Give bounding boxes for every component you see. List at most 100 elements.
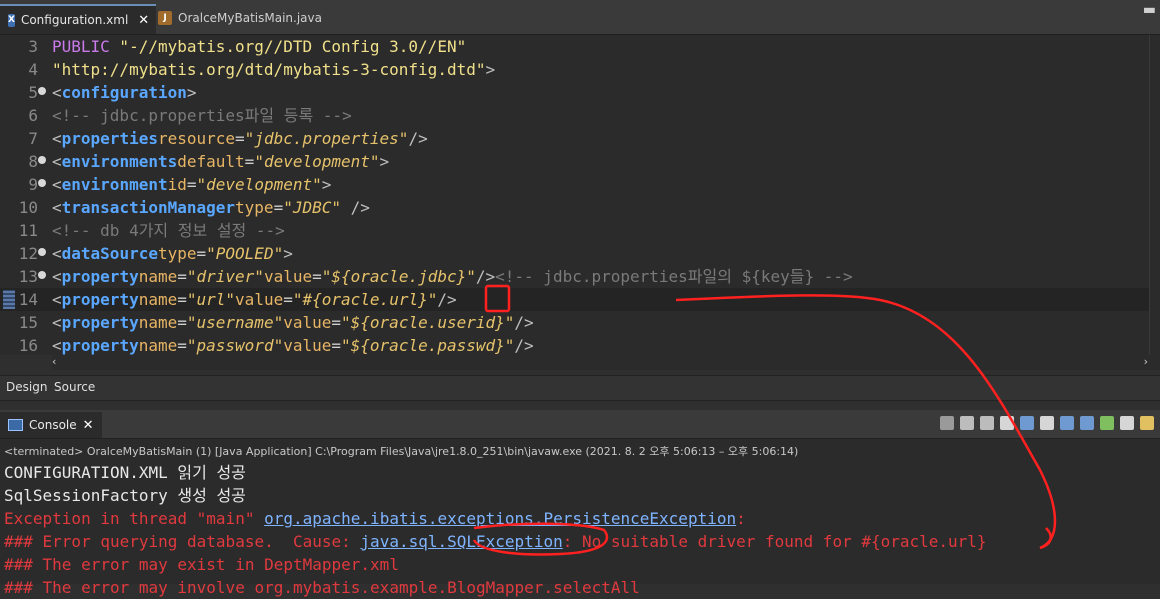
code-line[interactable]: 15 <property name="username" value="${or… [0,311,1150,334]
code-token: < [52,267,62,286]
remove-launch-icon[interactable] [960,416,974,430]
code-line[interactable]: 14 <property name="url" value="#{oracle.… [0,288,1150,311]
code-text: PUBLIC "-//mybatis.org//DTD Config 3.0//… [52,35,466,58]
console-header: Console ✕ [0,410,1160,439]
code-token: value [235,290,284,309]
code-line[interactable]: 10 <transactionManager type="JDBC" /> [0,196,1150,219]
code-token: < [52,198,62,217]
tab-oralce-mybatis-main[interactable]: J OralceMyBatisMain.java [150,4,336,32]
code-token: > [283,244,293,263]
scroll-lock-icon[interactable] [1020,416,1034,430]
line-number: 13 [18,267,38,286]
fold-toggle-icon[interactable] [38,248,46,256]
code-token: = [331,313,342,332]
scroll-left-icon[interactable]: ‹ [52,355,56,368]
code-token: <!-- jdbc.properties파일의 ${key들} --> [495,267,853,286]
code-token: < [52,129,62,148]
code-token: value [283,313,332,332]
code-line[interactable]: 11 <!-- db 4가지 정보 설정 --> [0,219,1150,242]
code-token: < [52,290,62,309]
console-line: CONFIGURATION.XML 읽기 성공 [4,461,246,484]
code-token: < [52,83,62,102]
console-text: SqlSessionFactory 생성 성공 [4,486,246,505]
code-token: "${oracle.passwd}" [341,336,515,355]
fold-toggle-icon[interactable] [38,271,46,279]
console-line: ### Error querying database. Cause: java… [4,530,987,553]
code-editor[interactable]: 3 PUBLIC "-//mybatis.org//DTD Config 3.0… [0,35,1160,355]
fold-toggle-icon[interactable] [38,179,46,187]
code-text: <dataSource type="POOLED"> [52,242,293,265]
console-line: SqlSessionFactory 생성 성공 [4,484,246,507]
editor-tab-bar: X Configuration.xml ✕ J OralceMyBatisMai… [0,0,1160,35]
console-link[interactable]: java.sql. [360,532,447,551]
remove-all-icon[interactable] [980,416,994,430]
open-console-icon[interactable] [1140,416,1154,430]
console-line: ### The error may involve org.mybatis.ex… [4,576,640,599]
code-token: resource [157,129,236,148]
vertical-scrollbar[interactable] [1149,35,1160,355]
console-output[interactable]: <terminated> OralceMyBatisMain (1) [Java… [0,439,1160,597]
code-line[interactable]: 7 <properties resource="jdbc.properties"/… [0,127,1150,150]
code-text: <property name="password" value="${oracl… [52,334,534,357]
fold-toggle-icon[interactable] [38,156,46,164]
console-text: ### The error may involve org.mybatis.ex… [4,578,640,597]
line-number: 5 [28,83,38,102]
code-token: < [52,313,62,332]
code-line[interactable]: 16 <property name="password" value="${or… [0,334,1150,357]
fold-toggle-icon[interactable] [38,87,46,95]
word-wrap-icon[interactable] [1040,416,1054,430]
console-toolbar [940,416,1154,430]
console-text: CONFIGURATION.XML 읽기 성공 [4,463,246,482]
line-number: 4 [28,60,38,79]
code-line[interactable]: 9 <environment id="development"> [0,173,1150,196]
console-line: Exception in thread "main" org.apache.ib… [4,507,746,530]
code-token: = [186,175,197,194]
close-icon[interactable]: ✕ [83,418,94,433]
line-number: 10 [18,198,38,217]
scroll-right-icon[interactable]: › [1144,355,1148,368]
code-line[interactable]: 8 <environments default="development"> [0,150,1150,173]
display-console-icon[interactable] [1120,416,1134,430]
code-line[interactable]: 4 "http://mybatis.org/dtd/mybatis-3-conf… [0,58,1150,81]
design-source-tabs: Design Source [0,375,1160,401]
minimize-icon[interactable]: ▬ [1143,2,1156,18]
code-text: <environment id="development"> [52,173,331,196]
horizontal-scrollbar[interactable]: ‹ › [52,355,1160,370]
code-token: = [331,336,342,355]
tab-label: OralceMyBatisMain.java [178,11,322,25]
tab-console[interactable]: Console ✕ [0,412,102,438]
code-token: "${oracle.userid}" [341,313,515,332]
pin-console-icon[interactable] [1100,416,1114,430]
tab-source[interactable]: Source [54,380,95,394]
code-line[interactable]: 3 PUBLIC "-//mybatis.org//DTD Config 3.0… [0,35,1150,58]
code-line[interactable]: 6 <!-- jdbc.properties파일 등록 --> [0,104,1150,127]
console-link[interactable]: org.apache.ibatis.exceptions.Persistence… [264,509,736,528]
console-line: ### The error may exist in DeptMapper.xm… [4,553,399,576]
xml-file-icon: X [8,13,15,27]
close-icon[interactable]: ✕ [138,13,149,28]
show-on-output-icon[interactable] [1060,416,1074,430]
clear-console-icon[interactable] [1000,416,1014,430]
code-line[interactable]: 13 <property name="driver" value="${orac… [0,265,1150,288]
line-number: 12 [18,244,38,263]
code-token: <!-- jdbc.properties파일 등록 --> [52,106,352,125]
terminate-icon[interactable] [940,416,954,430]
console-title: Console [29,418,77,432]
console-text: : No suitable driver found for #{oracle.… [562,532,987,551]
tab-design[interactable]: Design [6,380,47,394]
line-number: 7 [28,129,38,148]
console-link[interactable]: SQLException [447,532,563,551]
code-token: /> [408,129,428,148]
code-line[interactable]: 5 <configuration> [0,81,1150,104]
line-number: 15 [18,313,38,332]
show-on-error-icon[interactable] [1080,416,1094,430]
tab-configuration-xml[interactable]: X Configuration.xml ✕ [0,4,156,34]
line-number: 8 [28,152,38,171]
code-line[interactable]: 12 <dataSource type="POOLED"> [0,242,1150,265]
